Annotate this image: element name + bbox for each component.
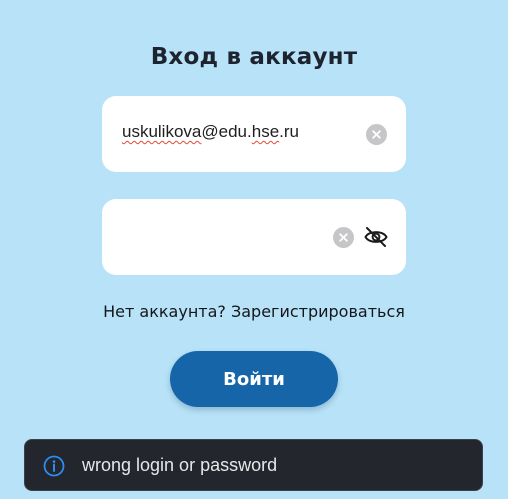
- email-domain-tld: .ru: [279, 122, 299, 141]
- clear-password-button[interactable]: [333, 227, 354, 248]
- email-local-part: uskulikova: [122, 122, 202, 141]
- email-value[interactable]: uskulikova@edu.hse.ru: [122, 122, 299, 142]
- clear-icon: [372, 130, 381, 139]
- email-domain-hse: hse: [251, 122, 280, 141]
- clear-email-button[interactable]: [366, 124, 387, 145]
- info-icon: [43, 455, 65, 477]
- password-field[interactable]: [102, 199, 406, 275]
- login-button[interactable]: Войти: [170, 351, 338, 407]
- error-toast: wrong login or password: [24, 439, 483, 491]
- toggle-password-visibility-button[interactable]: [363, 225, 389, 249]
- page-title: Вход в аккаунт: [150, 44, 358, 70]
- toast-message: wrong login or password: [82, 455, 278, 475]
- eye-off-icon: [364, 227, 388, 247]
- email-domain-part: @edu.: [201, 122, 252, 141]
- clear-icon: [339, 233, 348, 242]
- email-field[interactable]: uskulikova@edu.hse.ru: [102, 96, 406, 172]
- register-link[interactable]: Нет аккаунта? Зарегистрироваться: [0, 302, 508, 321]
